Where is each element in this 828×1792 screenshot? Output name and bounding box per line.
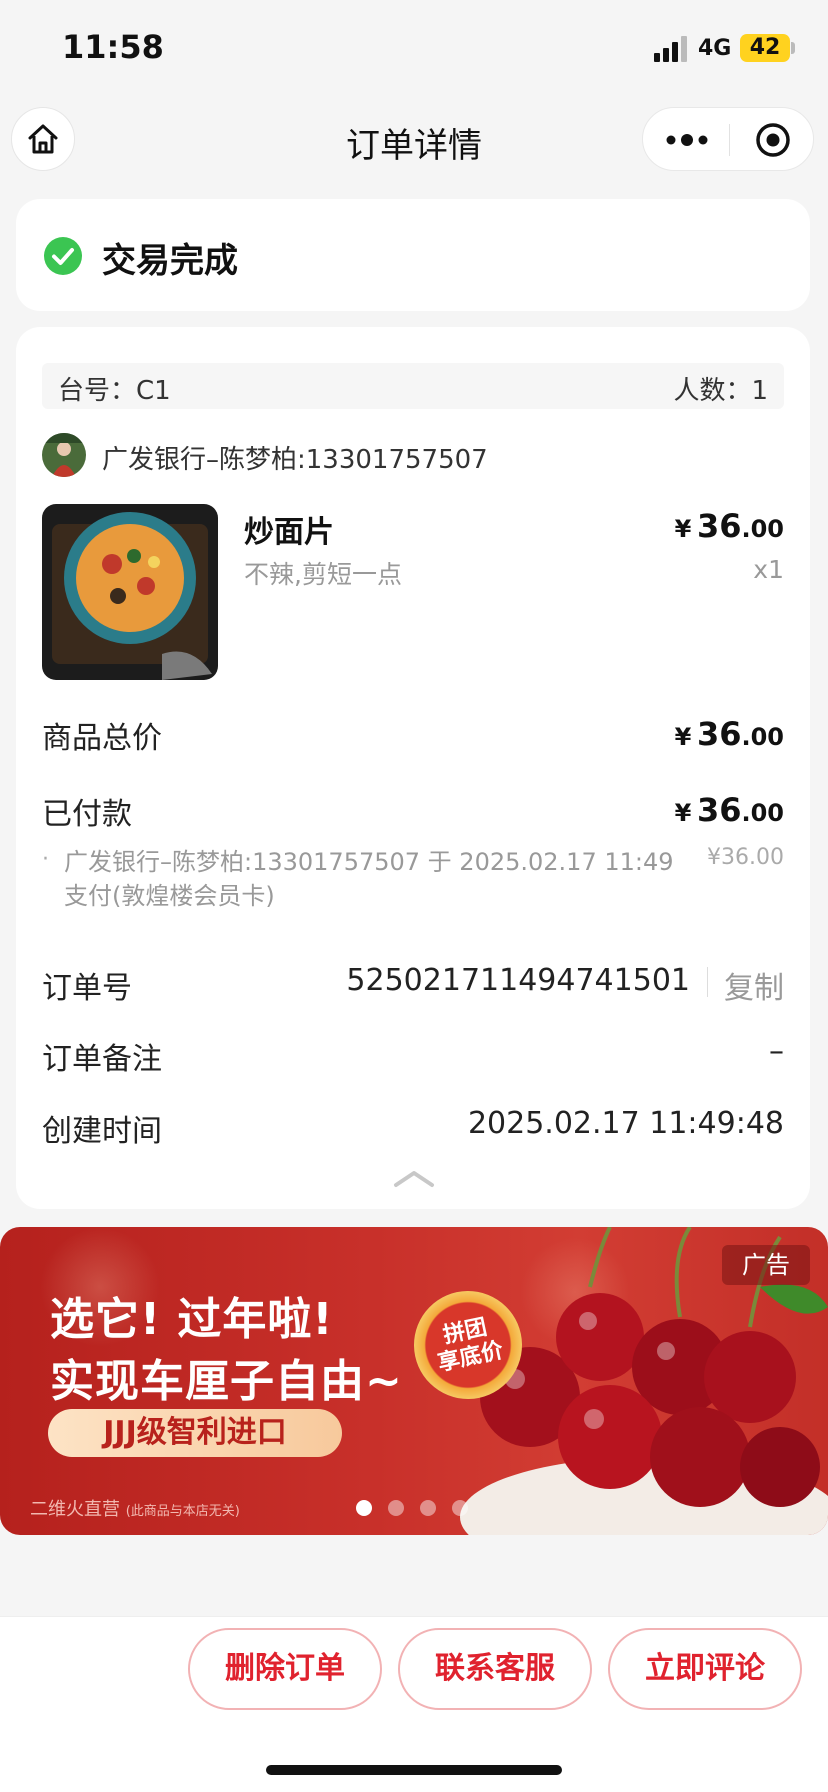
- paid-label: 已付款: [42, 797, 132, 832]
- battery-indicator: 42: [740, 34, 790, 62]
- order-status-card: 交易完成: [16, 199, 810, 311]
- battery-cap: [791, 42, 795, 54]
- signal-icon: [654, 36, 687, 62]
- payment-amount: ¥36.00: [707, 845, 784, 870]
- order-detail-card: 台号：C1 人数：1 广发银行–陈梦柏:13301757507 炒面片 不辣,剪…: [16, 327, 810, 1209]
- delete-order-button[interactable]: 删除订单: [188, 1628, 382, 1710]
- order-number: 525021711494741501: [346, 963, 690, 998]
- ad-banner[interactable]: 选它! 过年啦! 实现车厘子自由~ JJJ级智利进口 二维火直营 (此商品与本店…: [0, 1227, 828, 1535]
- copy-button[interactable]: 复制: [724, 963, 784, 1007]
- chevron-up-icon[interactable]: [392, 1167, 436, 1191]
- carousel-dot[interactable]: [388, 1500, 404, 1516]
- paid-price: ¥ 36.00: [674, 791, 784, 829]
- dish-quantity: x1: [753, 555, 784, 584]
- dish-image[interactable]: [42, 504, 218, 680]
- capsule-divider: [729, 124, 730, 156]
- carousel-dot[interactable]: [420, 1500, 436, 1516]
- network-label: 4G: [698, 36, 732, 61]
- total-price: ¥ 36.00: [674, 715, 784, 753]
- ad-tag: 广告: [722, 1245, 810, 1285]
- ad-subheadline: 实现车厘子自由~: [50, 1356, 403, 1407]
- dish-name: 炒面片: [244, 515, 334, 550]
- total-label: 商品总价: [42, 721, 162, 756]
- payment-description: 广发银行–陈梦柏:13301757507 于 2025.02.17 11:49 …: [64, 848, 674, 910]
- home-indicator: [266, 1765, 562, 1775]
- created-time-label: 创建时间: [42, 1114, 162, 1149]
- created-time: 2025.02.17 11:49:48: [467, 1106, 784, 1141]
- avatar: [42, 433, 86, 477]
- ad-headline: 选它! 过年啦!: [50, 1294, 334, 1345]
- carousel-dot[interactable]: [452, 1500, 468, 1516]
- contact-service-button[interactable]: 联系客服: [398, 1628, 592, 1710]
- dish-price: ¥ 36.00: [674, 507, 784, 545]
- order-remark-label: 订单备注: [42, 1042, 162, 1077]
- order-number-label: 订单号: [42, 971, 132, 1006]
- more-icon[interactable]: [665, 126, 709, 154]
- check-circle-icon: [44, 237, 82, 275]
- ad-pill: JJJ级智利进口: [48, 1409, 342, 1457]
- review-button[interactable]: 立即评论: [608, 1628, 802, 1710]
- member-name: 广发银行–陈梦柏:13301757507: [102, 445, 488, 475]
- mini-program-capsule: [642, 107, 814, 171]
- carousel-dots: [356, 1500, 476, 1520]
- guest-count: 人数：1: [673, 376, 768, 406]
- order-status-text: 交易完成: [102, 241, 238, 281]
- status-bar: 11:58 4G 42: [0, 0, 828, 100]
- ad-source: 二维火直营 (此商品与本店无关): [30, 1499, 240, 1520]
- status-time: 11:58: [62, 28, 164, 66]
- dish-note: 不辣,剪短一点: [244, 560, 402, 589]
- order-remark: –: [769, 1034, 784, 1069]
- carousel-dot[interactable]: [356, 1500, 372, 1516]
- table-number: 台号：C1: [58, 376, 171, 406]
- payment-bullet: ·: [42, 847, 49, 872]
- target-icon[interactable]: [755, 122, 791, 158]
- table-info-bar: 台号：C1 人数：1: [42, 363, 784, 409]
- copy-divider: [707, 967, 708, 997]
